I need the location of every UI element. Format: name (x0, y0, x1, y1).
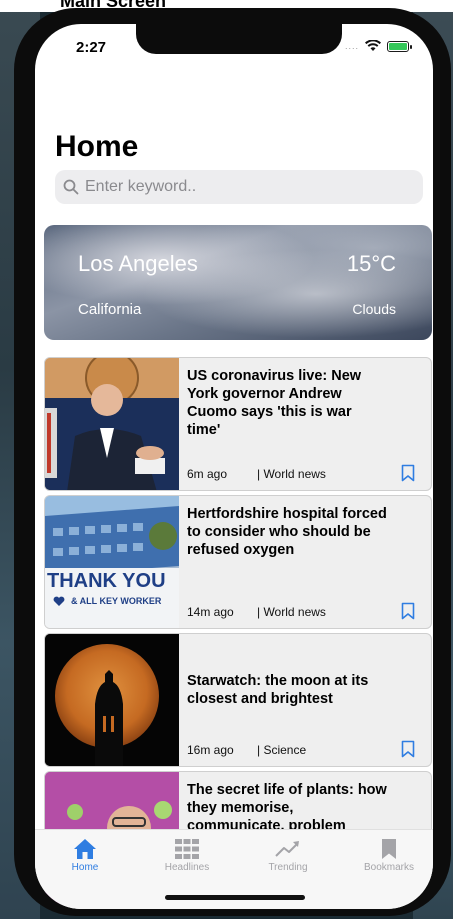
thumbnail-image (45, 634, 179, 766)
weather-city: Los Angeles (78, 251, 198, 276)
bookmark-icon[interactable] (401, 464, 415, 482)
article-thumbnail (45, 634, 179, 766)
article-thumbnail: THANK YOU & ALL KEY WORKER (45, 496, 179, 628)
battery-charging-icon (387, 40, 412, 52)
battery-level (389, 42, 407, 50)
article-thumbnail (45, 358, 179, 490)
article-title: The secret life of plants: how they memo… (187, 782, 387, 834)
thumbnail-image (45, 496, 179, 628)
status-indicators: .... (344, 40, 412, 52)
tab-label: Home (71, 862, 99, 873)
news-feed: US coronavirus live: New York governor A… (44, 357, 432, 909)
trending-icon (275, 841, 299, 857)
signal-icon: .... (344, 41, 359, 51)
heart-icon (53, 596, 65, 606)
tab-label: Trending (268, 862, 308, 873)
article-card[interactable]: THANK YOU & ALL KEY WORKER Hertfordshire… (44, 495, 432, 629)
tab-label: Headlines (164, 862, 210, 873)
bookmark-icon[interactable] (401, 602, 415, 620)
weather-card[interactable]: Los Angeles 15°C California Clouds (44, 225, 432, 340)
grid-icon (175, 839, 199, 859)
bookmark-icon (382, 839, 396, 859)
article-title: US coronavirus live: New York governor A… (187, 368, 362, 438)
wifi-icon (365, 40, 381, 51)
article-category: | World news (257, 467, 326, 481)
weather-condition: Clouds (352, 301, 396, 317)
phone-frame: 2:27 .... Home Los Angeles 15°C Californ… (14, 8, 451, 916)
tab-headlines[interactable]: Headlines (147, 838, 227, 873)
weather-state: California (78, 301, 142, 318)
home-indicator (165, 895, 305, 900)
status-time: 2:27 (76, 39, 107, 56)
notch (136, 24, 342, 54)
search-icon (63, 179, 79, 195)
weather-temperature: 15°C (346, 251, 396, 276)
article-card[interactable]: Starwatch: the moon at its closest and b… (44, 633, 432, 767)
article-title: Starwatch: the moon at its closest and b… (187, 673, 369, 707)
tab-trending[interactable]: Trending (248, 838, 328, 873)
search-input[interactable] (85, 178, 405, 196)
house-icon (74, 839, 96, 859)
tab-home[interactable]: Home (45, 838, 125, 873)
banner-text-primary: THANK YOU (47, 570, 166, 592)
article-card[interactable]: US coronavirus live: New York governor A… (44, 357, 432, 491)
app-screen: 2:27 .... Home Los Angeles 15°C Californ… (35, 24, 433, 909)
article-time: 16m ago (187, 743, 234, 757)
article-category: | Science (257, 743, 307, 757)
search-bar[interactable] (55, 170, 423, 204)
page-title: Home (55, 130, 139, 163)
thumbnail-image (45, 358, 179, 490)
bookmark-icon[interactable] (401, 740, 415, 758)
tab-label: Bookmarks (363, 862, 414, 873)
article-title: Hertfordshire hospital forced to conside… (187, 506, 387, 558)
tab-bookmarks[interactable]: Bookmarks (349, 838, 429, 873)
article-time: 6m ago (187, 467, 228, 481)
article-category: | World news (257, 605, 326, 619)
banner-text-secondary: & ALL KEY WORKER (71, 596, 162, 606)
article-time: 14m ago (187, 605, 234, 619)
